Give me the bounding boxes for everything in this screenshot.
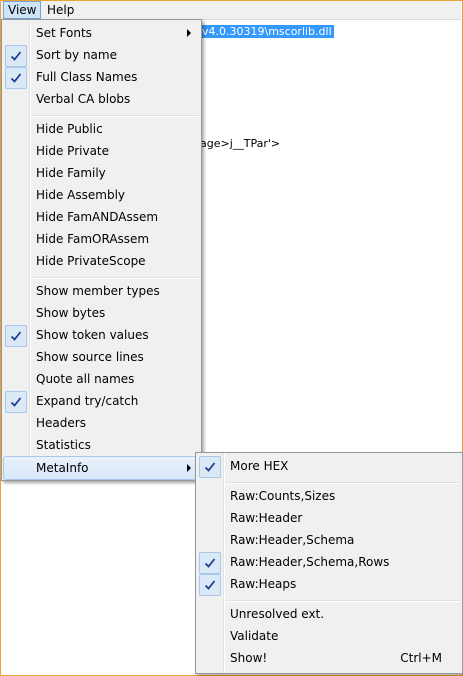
menu-item-hide-famorassem[interactable]: Hide FamORAssem xyxy=(4,228,199,250)
menu-item-label: Hide Family xyxy=(36,166,106,180)
menu-item-show-bytes[interactable]: Show bytes xyxy=(4,302,199,324)
menu-item-label: Raw:Header xyxy=(230,511,303,525)
menu-item-label: Hide Private xyxy=(36,144,110,158)
checkmark-icon xyxy=(199,552,221,574)
menu-item-quote-all-names[interactable]: Quote all names xyxy=(4,368,199,390)
menu-help[interactable]: Help xyxy=(43,2,78,18)
menu-separator xyxy=(226,482,460,484)
metainfo-submenu: More HEX Raw:Counts,Sizes Raw:Header Raw… xyxy=(195,452,463,674)
submenu-arrow-icon xyxy=(187,464,191,472)
menu-item-validate[interactable]: Validate xyxy=(198,625,460,647)
menu-bar: View Help xyxy=(1,1,461,20)
menu-item-verbal-ca-blobs[interactable]: Verbal CA blobs xyxy=(4,88,199,110)
checkmark-icon xyxy=(5,45,27,67)
menu-separator xyxy=(226,600,460,602)
menu-separator xyxy=(32,277,199,279)
menu-item-full-class-names[interactable]: Full Class Names xyxy=(4,66,199,89)
selected-file-path[interactable]: v4.0.30319\mscorlib.dll xyxy=(200,25,334,38)
menu-item-hide-family[interactable]: Hide Family xyxy=(4,162,199,184)
menu-item-label: Headers xyxy=(36,416,86,430)
menu-item-hide-assembly[interactable]: Hide Assembly xyxy=(4,184,199,206)
menu-item-label: Show member types xyxy=(36,284,160,298)
menu-item-label: Raw:Heaps xyxy=(230,577,297,591)
submenu-arrow-icon xyxy=(187,29,191,37)
menu-item-show-token-values[interactable]: Show token values xyxy=(4,324,199,347)
menu-item-hide-private[interactable]: Hide Private xyxy=(4,140,199,162)
menu-item-raw-counts-sizes[interactable]: Raw:Counts,Sizes xyxy=(198,485,460,507)
menu-item-raw-header-schema[interactable]: Raw:Header,Schema xyxy=(198,529,460,551)
menu-item-label: Hide Assembly xyxy=(36,188,126,202)
menu-item-label: Expand try/catch xyxy=(36,394,139,408)
menu-item-label: Validate xyxy=(230,629,279,643)
view-menu: Set Fonts Sort by name Full Class Names … xyxy=(1,19,202,481)
menu-item-label: Raw:Header,Schema xyxy=(230,533,355,547)
menu-item-statistics[interactable]: Statistics xyxy=(4,434,199,456)
menu-item-set-fonts[interactable]: Set Fonts xyxy=(4,22,199,44)
menu-item-label: Show! xyxy=(230,651,268,665)
menu-item-metainfo[interactable]: MetaInfo xyxy=(3,456,200,480)
menu-item-label: Raw:Header,Schema,Rows xyxy=(230,555,390,569)
tree-node-text[interactable]: age>j__TPar'> xyxy=(200,137,280,150)
menu-item-label: Verbal CA blobs xyxy=(36,92,131,106)
menu-item-show-source-lines[interactable]: Show source lines xyxy=(4,346,199,368)
checkmark-icon xyxy=(5,325,27,347)
menu-item-more-hex[interactable]: More HEX xyxy=(198,455,460,478)
menu-item-label: Hide FamANDAssem xyxy=(36,210,159,224)
menu-item-label: Statistics xyxy=(36,438,91,452)
menu-item-label: Hide FamORAssem xyxy=(36,232,150,246)
menu-item-sort-by-name[interactable]: Sort by name xyxy=(4,44,199,67)
menu-separator xyxy=(32,115,199,117)
shortcut-label: Ctrl+M xyxy=(400,651,442,665)
menu-item-raw-heaps[interactable]: Raw:Heaps xyxy=(198,573,460,596)
menu-item-label: Unresolved ext. xyxy=(230,607,325,621)
menu-item-headers[interactable]: Headers xyxy=(4,412,199,434)
menu-item-label: Show token values xyxy=(36,328,149,342)
menu-item-hide-famandassem[interactable]: Hide FamANDAssem xyxy=(4,206,199,228)
menu-item-unresolved-ext[interactable]: Unresolved ext. xyxy=(198,603,460,625)
menu-item-expand-try-catch[interactable]: Expand try/catch xyxy=(4,390,199,413)
menu-item-label: Quote all names xyxy=(36,372,135,386)
checkmark-icon xyxy=(199,574,221,596)
checkmark-icon xyxy=(5,67,27,89)
menu-item-label: Show bytes xyxy=(36,306,106,320)
menu-item-label: Show source lines xyxy=(36,350,144,364)
checkmark-icon xyxy=(199,456,221,478)
menu-item-hide-public[interactable]: Hide Public xyxy=(4,118,199,140)
menu-item-label: Sort by name xyxy=(36,48,117,62)
menu-item-label: MetaInfo xyxy=(36,461,89,475)
menu-item-raw-header-schema-rows[interactable]: Raw:Header,Schema,Rows xyxy=(198,551,460,574)
menu-item-raw-header[interactable]: Raw:Header xyxy=(198,507,460,529)
menu-item-label: Set Fonts xyxy=(36,26,92,40)
menu-item-label: Full Class Names xyxy=(36,70,138,84)
menu-item-show-member-types[interactable]: Show member types xyxy=(4,280,199,302)
menu-item-label: Raw:Counts,Sizes xyxy=(230,489,336,503)
checkmark-icon xyxy=(5,391,27,413)
menu-view[interactable]: View xyxy=(3,1,42,19)
menu-item-label: Hide PrivateScope xyxy=(36,254,146,268)
menu-item-hide-privatescope[interactable]: Hide PrivateScope xyxy=(4,250,199,272)
menu-item-show[interactable]: Show! Ctrl+M xyxy=(198,647,460,669)
menu-item-label: Hide Public xyxy=(36,122,103,136)
menu-item-label: More HEX xyxy=(230,459,289,473)
